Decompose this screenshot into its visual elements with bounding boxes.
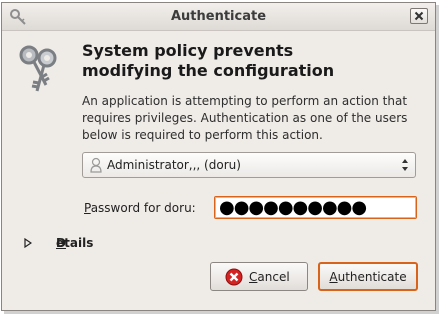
- dialog-heading: System policy prevents modifying the con…: [82, 41, 422, 81]
- authenticate-label: Authenticate: [329, 270, 407, 284]
- heading-line-1: System policy prevents: [82, 41, 294, 60]
- password-input[interactable]: ●●●●●●●●●●: [214, 196, 417, 219]
- user-select-value: Administrator,,, (doru): [107, 158, 241, 172]
- keys-icon: [19, 45, 57, 92]
- dialog-description: An application is attempting to perform …: [82, 94, 408, 142]
- expander-arrow-icon: [24, 238, 32, 248]
- password-label: Password for doru:: [84, 201, 196, 215]
- user-select[interactable]: Administrator,,, (doru): [82, 152, 416, 178]
- cancel-label: Cancel: [249, 270, 290, 284]
- user-icon: [90, 157, 102, 173]
- cancel-icon: [225, 268, 243, 286]
- title-bar[interactable]: Authenticate: [2, 3, 435, 31]
- close-icon: [414, 11, 424, 21]
- authenticate-dialog: Authenticate System policy prevents modi…: [1, 2, 436, 311]
- authenticate-button[interactable]: Authenticate: [318, 262, 418, 291]
- heading-line-2: modifying the configuration: [82, 61, 335, 80]
- close-button[interactable]: [410, 8, 428, 24]
- cancel-button[interactable]: Cancel: [210, 262, 308, 291]
- select-arrows-icon: [402, 159, 408, 171]
- window-title: Authenticate: [170, 9, 267, 24]
